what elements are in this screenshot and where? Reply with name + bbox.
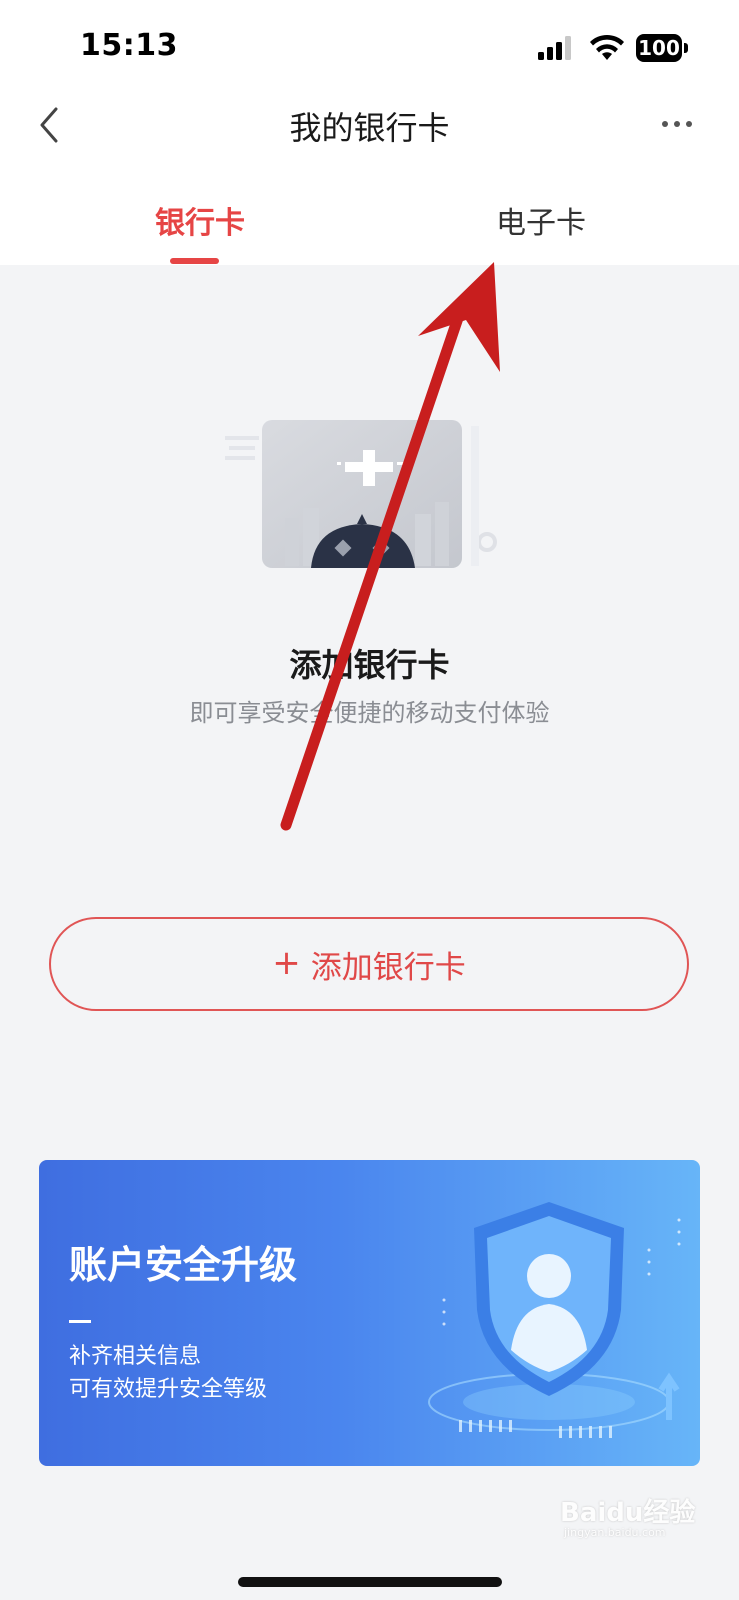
- wifi-icon: [590, 34, 624, 60]
- add-bank-card-label: 添加银行卡: [310, 949, 466, 986]
- banner-title: 账户安全升级: [69, 1243, 298, 1287]
- tab-bank-card[interactable]: 银行卡: [155, 198, 245, 242]
- watermark-text: Baidu经验: [560, 1498, 696, 1528]
- empty-state-subtitle: 即可享受安全便捷的移动支付体验: [189, 699, 550, 727]
- banner-divider: [69, 1320, 91, 1323]
- plus-icon: +: [272, 942, 301, 983]
- status-bar: 15:13 100: [0, 0, 739, 95]
- battery-icon: 100: [636, 34, 688, 62]
- nav-bar: 我的银行卡: [0, 95, 739, 155]
- active-tab-indicator: [170, 258, 219, 264]
- home-indicator[interactable]: [238, 1577, 502, 1587]
- security-upgrade-banner[interactable]: 账户安全升级 补齐相关信息 可有效提升安全等级: [39, 1160, 700, 1466]
- tab-e-card[interactable]: 电子卡: [496, 198, 586, 242]
- page-title: 我的银行卡: [289, 109, 450, 147]
- battery-level: 100: [636, 34, 682, 62]
- add-bank-card-button[interactable]: + 添加银行卡: [49, 917, 689, 1011]
- card-type-tabs: 银行卡 电子卡: [0, 190, 739, 265]
- watermark-url: jingyan.baidu.com: [564, 1526, 666, 1539]
- baidu-watermark: Baidu经验 jingyan.baidu.com: [560, 1486, 720, 1546]
- banner-description-line2: 可有效提升安全等级: [69, 1377, 268, 1402]
- more-options-icon[interactable]: [660, 109, 694, 139]
- status-time: 15:13: [80, 28, 178, 63]
- cellular-signal-icon: [538, 36, 571, 60]
- empty-state-title: 添加银行卡: [289, 646, 450, 684]
- banner-description-line1: 补齐相关信息: [69, 1344, 202, 1369]
- security-shield-icon: [428, 1202, 681, 1438]
- bank-card-illustration: [225, 420, 497, 568]
